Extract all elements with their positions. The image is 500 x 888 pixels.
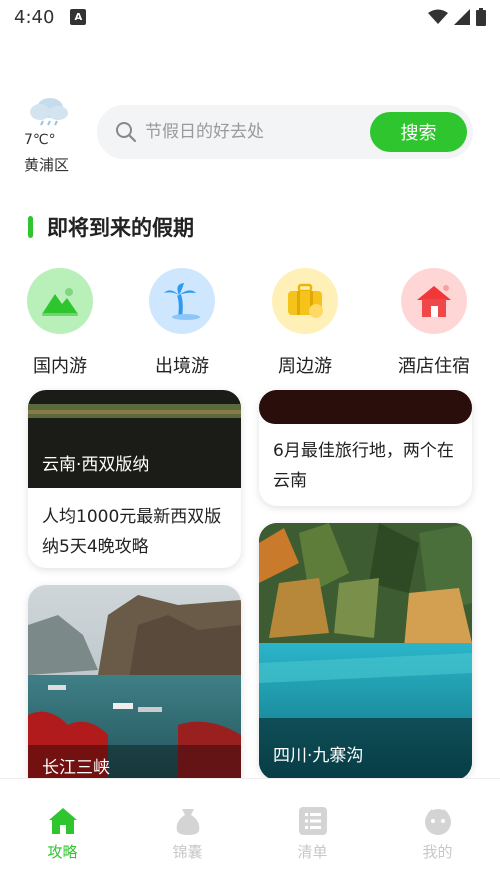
tab-guide[interactable]: 攻略 <box>0 779 125 888</box>
home-icon <box>48 808 77 834</box>
battery-icon <box>476 8 486 26</box>
status-time: 4:40 <box>14 6 55 28</box>
tab-tips[interactable]: 锦囊 <box>125 779 250 888</box>
tab-checklist[interactable]: 清单 <box>250 779 375 888</box>
card-title: 四川·九寨沟 <box>273 746 364 766</box>
notification-icon: A <box>70 9 87 25</box>
weather-temperature: 7℃° <box>24 132 56 148</box>
weather-widget[interactable]: 7℃° 黄浦区 <box>24 96 80 175</box>
section-accent-bar <box>28 216 33 238</box>
card-image <box>259 390 472 424</box>
cloud-rain-icon <box>30 98 68 126</box>
card-title: 长江三峡 <box>42 758 110 778</box>
list-icon <box>298 807 327 835</box>
category-label: 酒店住宿 <box>398 356 470 377</box>
suitcase-icon <box>272 268 338 334</box>
search-icon <box>116 122 137 143</box>
category-label: 周边游 <box>278 356 332 377</box>
card-description: 6月最佳旅行地，两个在云南 <box>273 441 454 491</box>
tab-label: 清单 <box>297 843 328 861</box>
category-row: 国内游 出境游 周边游 酒店住宿 <box>0 268 500 378</box>
guide-card-three-gorges[interactable]: 长江三峡 <box>28 585 241 805</box>
bag-icon <box>176 809 199 835</box>
profile-icon <box>424 809 451 835</box>
section-header: 即将到来的假期 <box>28 212 194 242</box>
search-bar: 搜索 <box>97 105 473 159</box>
tab-profile[interactable]: 我的 <box>375 779 500 888</box>
bottom-tab-bar: 攻略 锦囊 清单 我的 <box>0 778 500 888</box>
guide-card-xishuangbanna[interactable]: 云南·西双版纳 人均1000元最新西双版纳5天4晚攻略 <box>28 390 241 568</box>
status-bar: 4:40 A <box>0 0 500 34</box>
guide-card-jiuzhaigou[interactable]: 四川·九寨沟 <box>259 523 472 780</box>
category-hotel[interactable]: 酒店住宿 <box>379 268 489 378</box>
tab-label: 锦囊 <box>172 843 203 861</box>
guide-card-june-destinations[interactable]: 6月最佳旅行地，两个在云南 <box>259 390 472 506</box>
category-label: 国内游 <box>33 356 87 377</box>
category-outbound[interactable]: 出境游 <box>127 268 237 378</box>
signal-icon <box>454 9 470 25</box>
section-title: 即将到来的假期 <box>47 216 194 240</box>
card-title: 云南·西双版纳 <box>42 455 150 475</box>
palm-tree-icon <box>149 268 215 334</box>
category-label: 出境游 <box>155 356 209 377</box>
mountain-icon <box>27 268 93 334</box>
tab-label: 我的 <box>422 843 453 861</box>
card-description: 人均1000元最新西双版纳5天4晚攻略 <box>42 507 222 557</box>
tab-label: 攻略 <box>47 843 78 861</box>
wifi-icon <box>428 9 448 24</box>
status-indicators <box>428 8 486 26</box>
house-icon <box>401 268 467 334</box>
category-domestic[interactable]: 国内游 <box>5 268 115 378</box>
weather-district: 黄浦区 <box>24 156 70 174</box>
search-button[interactable]: 搜索 <box>370 112 467 152</box>
category-nearby[interactable]: 周边游 <box>250 268 360 378</box>
